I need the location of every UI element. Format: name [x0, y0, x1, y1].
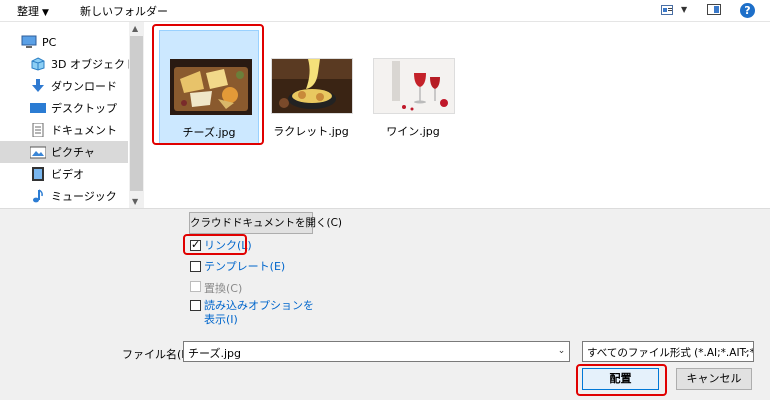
document-icon	[32, 123, 44, 137]
sidebar-item-label: PC	[42, 35, 57, 49]
link-label[interactable]: リンク(L)	[204, 239, 252, 253]
music-icon	[33, 189, 43, 203]
scrollbar-thumb[interactable]	[130, 36, 143, 191]
template-checkbox[interactable]	[190, 261, 201, 272]
pc-icon	[21, 35, 37, 48]
link-checkbox-row[interactable]: リンク(L)	[190, 238, 252, 253]
sidebar-item-label: ミュージック	[51, 190, 117, 203]
import-options-checkbox-row[interactable]: 読み込みオプションを表示(I)	[190, 299, 324, 327]
sidebar-item-music[interactable]: ミュージック	[0, 185, 128, 207]
3d-objects-icon	[31, 57, 45, 71]
download-icon	[32, 79, 44, 92]
desktop-icon	[30, 103, 46, 113]
file-list: チーズ.jpg ラクレット.jpg ワイン.jpg	[145, 22, 770, 208]
sidebar-item-label: ダウンロード	[51, 80, 117, 93]
toolbar: 整理 ▼ 新しいフォルダー ▼ ?	[0, 0, 770, 22]
chevron-down-icon: ▼	[42, 8, 49, 18]
sidebar-item-label: デスクトップ	[51, 102, 117, 115]
filename-input[interactable]: チーズ.jpg	[183, 341, 570, 362]
new-folder-button[interactable]: 新しいフォルダー	[80, 3, 168, 19]
sidebar-item-documents[interactable]: ドキュメント	[0, 119, 128, 141]
chevron-down-icon[interactable]: ⌄	[738, 341, 753, 362]
divider	[0, 208, 770, 209]
scroll-down-icon[interactable]: ▼	[132, 197, 138, 206]
import-options-label[interactable]: 読み込みオプションを表示(I)	[204, 299, 324, 327]
sidebar-item-desktop[interactable]: デスクトップ	[0, 97, 128, 119]
cancel-button[interactable]: キャンセル	[676, 368, 752, 390]
file-type-select[interactable]: すべてのファイル形式 (*.AI;*.AIT;*.PDF	[582, 341, 754, 362]
template-label[interactable]: テンプレート(E)	[204, 260, 285, 274]
scroll-up-icon[interactable]: ▲	[132, 24, 138, 33]
navigation-pane: PC 3D オブジェクト ダウンロード デスクトップ ドキュメント ピクチャ ビ…	[0, 22, 145, 208]
sidebar-item-pc[interactable]: PC	[0, 31, 128, 53]
sidebar-scrollbar[interactable]: ▲ ▼	[129, 22, 144, 208]
open-cloud-document-button[interactable]: クラウドドキュメントを開く(C)	[189, 212, 342, 234]
file-name: ワイン.jpg	[386, 125, 440, 138]
sidebar-item-downloads[interactable]: ダウンロード	[0, 75, 128, 97]
replace-label: 置換(C)	[204, 282, 243, 295]
file-name: ラクレット.jpg	[273, 125, 349, 138]
cheese-thumbnail	[170, 59, 252, 115]
import-options-checkbox[interactable]	[190, 300, 201, 311]
link-checkbox[interactable]	[190, 238, 201, 251]
sidebar-item-3d-objects[interactable]: 3D オブジェクト	[0, 53, 136, 75]
file-item-raclette[interactable]: ラクレット.jpg	[261, 30, 361, 144]
organize-label: 整理	[17, 5, 39, 18]
help-icon[interactable]: ?	[740, 3, 755, 18]
sidebar-item-label: 3D オブジェクト	[51, 58, 136, 71]
sidebar-item-label: ピクチャ	[51, 146, 95, 159]
organize-button[interactable]: 整理 ▼	[17, 3, 49, 19]
chevron-down-icon[interactable]: ⌄	[553, 341, 570, 362]
wine-thumbnail	[373, 58, 455, 114]
chevron-down-icon[interactable]: ▼	[681, 5, 687, 14]
pictures-icon	[30, 146, 46, 159]
video-icon	[32, 167, 44, 181]
sidebar-item-videos[interactable]: ビデオ	[0, 163, 128, 185]
sidebar-item-pictures[interactable]: ピクチャ	[0, 141, 128, 163]
view-options-icon[interactable]	[661, 5, 673, 15]
template-checkbox-row[interactable]: テンプレート(E)	[190, 260, 285, 274]
file-item-cheese[interactable]: チーズ.jpg	[159, 30, 259, 144]
place-button[interactable]: 配置	[582, 368, 659, 390]
preview-pane-icon[interactable]	[707, 4, 721, 15]
file-item-wine[interactable]: ワイン.jpg	[363, 30, 463, 144]
replace-checkbox-row: 置換(C)	[190, 280, 242, 296]
sidebar-item-label: ドキュメント	[51, 124, 117, 137]
file-name: チーズ.jpg	[182, 126, 236, 139]
sidebar-item-label: ビデオ	[51, 168, 84, 181]
replace-checkbox	[190, 281, 201, 292]
raclette-thumbnail	[271, 58, 353, 114]
